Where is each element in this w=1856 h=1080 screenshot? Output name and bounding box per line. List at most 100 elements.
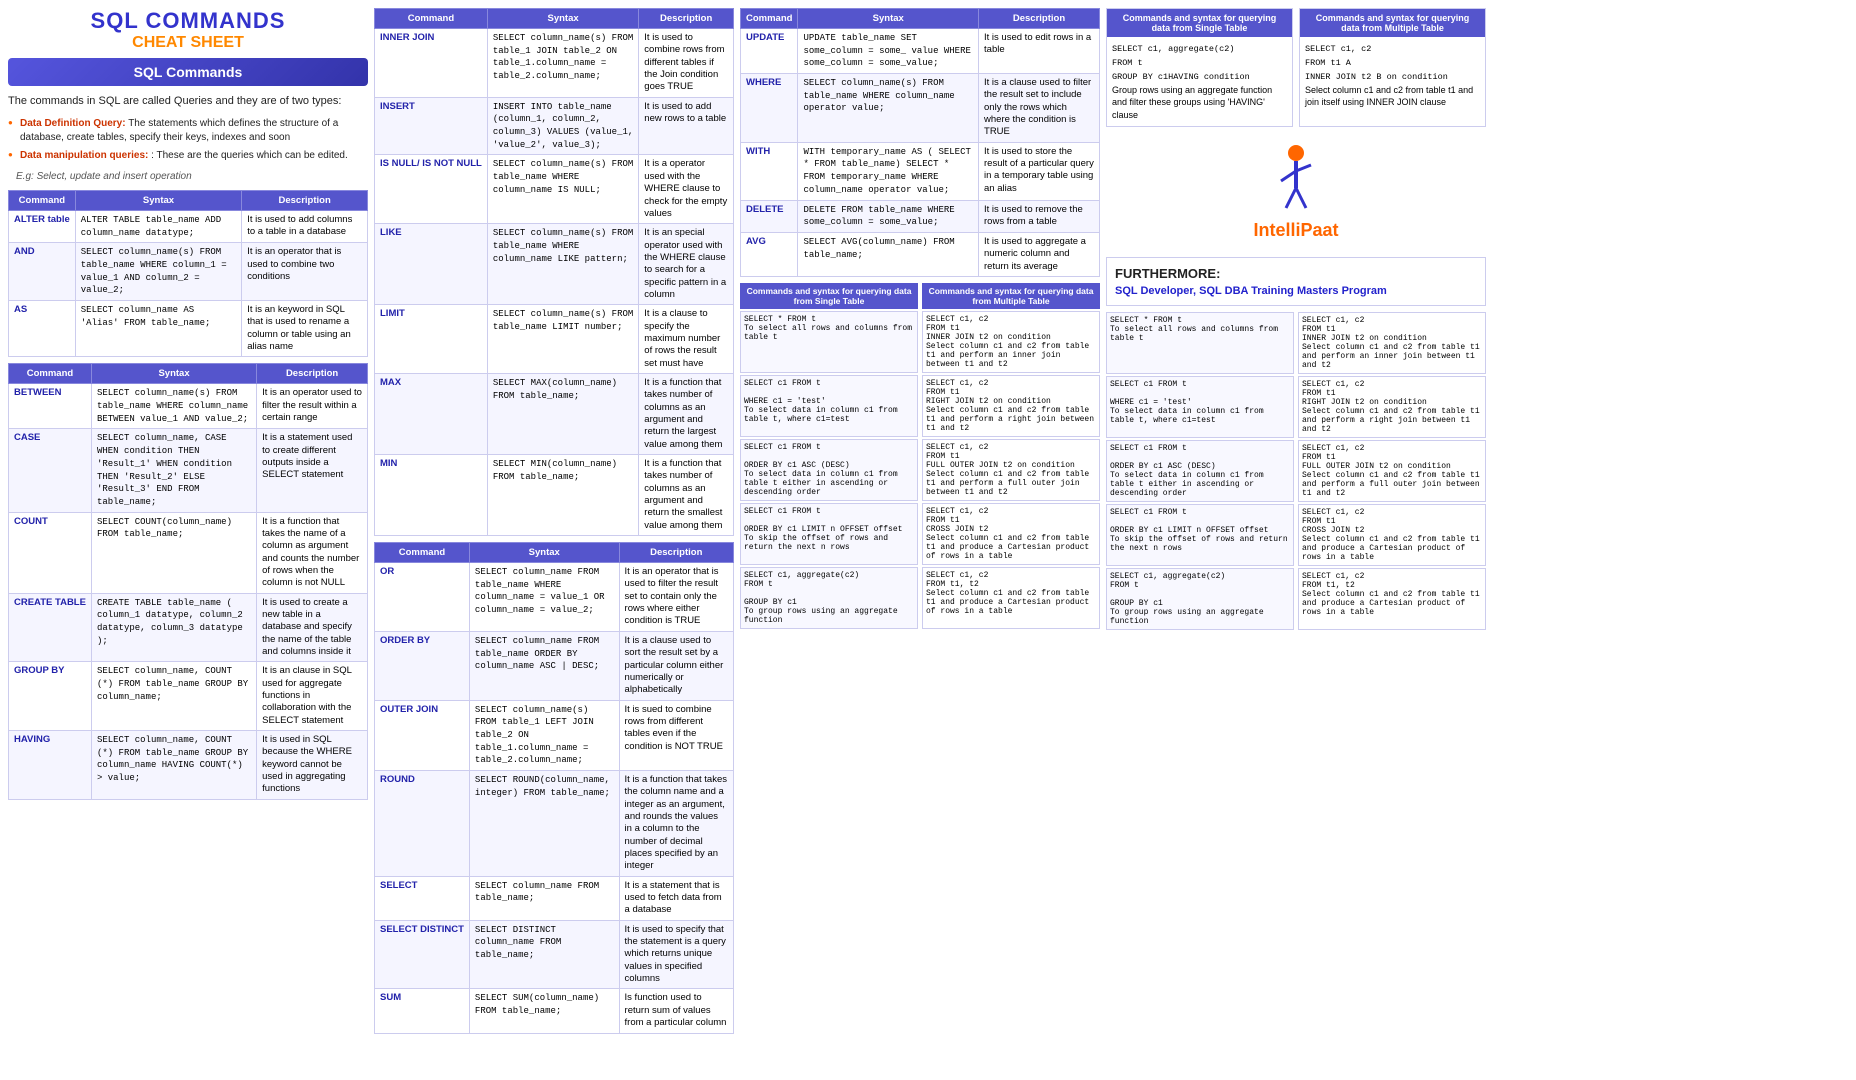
- table-alter-and-as: Command Syntax Description ALTER tableAL…: [8, 190, 368, 358]
- cell-desc: It is a clause to specify the maximum nu…: [639, 305, 734, 374]
- table-row: HAVINGSELECT column_name, COUNT (*) FROM…: [9, 731, 368, 800]
- cell-command: MAX: [375, 373, 488, 454]
- cell-command: ALTER table: [9, 210, 76, 242]
- cell-command: LIKE: [375, 224, 488, 305]
- table-innerjoin-min: Command Syntax Description INNER JOINSEL…: [374, 8, 734, 536]
- right-multiple-query-1: SELECT c1, c2 FROM t1 RIGHT JOIN t2 on c…: [1298, 376, 1486, 438]
- cell-command: OUTER JOIN: [375, 700, 470, 770]
- table-row: IS NULL/ IS NOT NULLSELECT column_name(s…: [375, 155, 734, 224]
- cell-syntax: SELECT AVG(column_name) FROM table_name;: [798, 232, 979, 276]
- logo-area: IntelliPaat: [1106, 133, 1486, 251]
- cell-syntax: DELETE FROM table_name WHERE some_column…: [798, 200, 979, 232]
- far-right-panel: Commands and syntax for querying data fr…: [1106, 8, 1486, 1040]
- multiple-query-3: SELECT c1, c2 FROM t1 CROSS JOIN t2 Sele…: [922, 503, 1100, 565]
- cell-desc: It is an clause in SQL used for aggregat…: [257, 662, 368, 731]
- single-query-4: SELECT c1, aggregate(c2) FROM t GROUP BY…: [740, 567, 918, 629]
- intro-text: The commands in SQL are called Queries a…: [8, 94, 368, 109]
- multiple-query-1: SELECT c1, c2 FROM t1 RIGHT JOIN t2 on c…: [922, 375, 1100, 437]
- cell-command: BETWEEN: [9, 384, 92, 429]
- table-between-having: Command Syntax Description BETWEENSELECT…: [8, 363, 368, 799]
- table-update-avg: Command Syntax Description UPDATEUPDATE …: [740, 8, 1100, 277]
- single-query-3: SELECT c1 FROM t ORDER BY c1 LIMIT n OFF…: [740, 503, 918, 565]
- eg-text: E.g: Select, update and insert operation: [8, 171, 368, 182]
- cell-syntax: SELECT column_name FROM table_name WHERE…: [469, 563, 619, 632]
- cell-desc: It is an special operator used with the …: [639, 224, 734, 305]
- col-desc-3: Description: [639, 9, 734, 29]
- cell-command: COUNT: [9, 512, 92, 593]
- table-row: LIMITSELECT column_name(s) FROM table_na…: [375, 305, 734, 374]
- col-command-1: Command: [9, 190, 76, 210]
- cell-command: DELETE: [741, 200, 798, 232]
- table-row: ORSELECT column_name FROM table_name WHE…: [375, 563, 734, 632]
- cell-syntax: SELECT column_name, CASE WHEN condition …: [91, 429, 256, 512]
- right-multiple-query-0: SELECT c1, c2 FROM t1 INNER JOIN t2 on c…: [1298, 312, 1486, 374]
- bullet-item-1: Data Definition Query: The statements wh…: [8, 117, 368, 144]
- cell-command: SELECT DISTINCT: [375, 920, 470, 989]
- table-row: INNER JOINSELECT column_name(s) FROM tab…: [375, 29, 734, 98]
- table-row: SUMSELECT SUM(column_name) FROM table_na…: [375, 989, 734, 1033]
- query-pair-row: SELECT * FROM t To select all rows and c…: [740, 311, 1100, 373]
- table-row: ALTER tableALTER TABLE table_name ADD co…: [9, 210, 368, 242]
- right-single-query-4: SELECT c1, aggregate(c2) FROM t GROUP BY…: [1106, 568, 1294, 630]
- table-row: AVGSELECT AVG(column_name) FROM table_na…: [741, 232, 1100, 276]
- right-single-query-3: SELECT c1 FROM t ORDER BY c1 LIMIT n OFF…: [1106, 504, 1294, 566]
- col-syntax-3: Syntax: [487, 9, 638, 29]
- query-pairs-container: Commands and syntax for querying data fr…: [740, 283, 1100, 629]
- col-syntax-4: Syntax: [469, 543, 619, 563]
- single-query-1: SELECT c1 FROM t WHERE c1 = 'test' To se…: [740, 375, 918, 437]
- cell-desc: It is used to aggregate a numeric column…: [979, 232, 1100, 276]
- col-command-5: Command: [741, 9, 798, 29]
- table-row: ORDER BYSELECT column_name FROM table_na…: [375, 631, 734, 700]
- cell-desc: It is a function that takes the name of …: [257, 512, 368, 593]
- mid-panel-2: Command Syntax Description UPDATEUPDATE …: [740, 8, 1100, 1040]
- cell-syntax: SELECT SUM(column_name) FROM table_name;: [469, 989, 619, 1033]
- left-panel: SQL COMMANDS CHEAT SHEET SQL Commands Th…: [8, 8, 368, 1040]
- query-pair-row: SELECT c1 FROM t ORDER BY c1 LIMIT n OFF…: [740, 503, 1100, 565]
- cell-desc: It is a clause used to filter the result…: [979, 74, 1100, 143]
- cell-syntax: UPDATE table_name SET some_column = some…: [798, 29, 979, 74]
- cell-command: WHERE: [741, 74, 798, 143]
- col-syntax-1: Syntax: [75, 190, 241, 210]
- table-row: OUTER JOINSELECT column_name(s) FROM tab…: [375, 700, 734, 770]
- right-multiple-query-4: SELECT c1, c2 FROM t1, t2 Select column …: [1298, 568, 1486, 630]
- table-row: ROUNDSELECT ROUND(column_name, integer) …: [375, 770, 734, 876]
- query-pair-row: SELECT c1, aggregate(c2) FROM t GROUP BY…: [740, 567, 1100, 629]
- table-row: WITHWITH temporary_name AS ( SELECT * FR…: [741, 142, 1100, 200]
- cell-syntax: SELECT column_name, COUNT (*) FROM table…: [91, 662, 256, 731]
- cell-desc: It is a statement used to create differe…: [257, 429, 368, 512]
- table-row: CASESELECT column_name, CASE WHEN condit…: [9, 429, 368, 512]
- multiple-query-2: SELECT c1, c2 FROM t1 FULL OUTER JOIN t2…: [922, 439, 1100, 501]
- cell-desc: It is an operator that is used to combin…: [242, 243, 368, 301]
- table-row: SELECT DISTINCTSELECT DISTINCT column_na…: [375, 920, 734, 989]
- table-row: WHERESELECT column_name(s) FROM table_na…: [741, 74, 1100, 143]
- cell-syntax: SELECT column_name FROM table_name;: [469, 876, 619, 920]
- cell-syntax: SELECT column_name(s) FROM table_name WH…: [487, 224, 638, 305]
- furthermore-box: FURTHERMORE: SQL Developer, SQL DBA Trai…: [1106, 257, 1486, 306]
- cell-command: AND: [9, 243, 76, 301]
- table-row: INSERTINSERT INTO table_name (column_1, …: [375, 97, 734, 155]
- bullet-item-2: Data manipulation queries: : These are t…: [8, 149, 368, 163]
- cell-command: UPDATE: [741, 29, 798, 74]
- multiple-query-0: SELECT c1, c2 FROM t1 INNER JOIN t2 on c…: [922, 311, 1100, 373]
- cell-syntax: SELECT column_name(s) FROM table_name WH…: [487, 155, 638, 224]
- furthermore-label: FURTHERMORE:: [1115, 266, 1477, 281]
- cell-desc: It is used to remove the rows from a tab…: [979, 200, 1100, 232]
- cell-command: LIMIT: [375, 305, 488, 374]
- furthermore-link[interactable]: SQL Developer, SQL DBA Training Masters …: [1115, 285, 1477, 297]
- cell-command: OR: [375, 563, 470, 632]
- logo-figure: [1271, 143, 1321, 216]
- right-multiple-query-2: SELECT c1, c2 FROM t1 FULL OUTER JOIN t2…: [1298, 440, 1486, 502]
- title-box: SQL COMMANDS CHEAT SHEET: [8, 8, 368, 52]
- cell-desc: It is used to edit rows in a table: [979, 29, 1100, 74]
- cell-desc: It is used to combine rows from differen…: [639, 29, 734, 98]
- cell-syntax: SELECT column_name FROM table_name ORDER…: [469, 631, 619, 700]
- right-query-pair-row: SELECT c1, aggregate(c2) FROM t GROUP BY…: [1106, 568, 1486, 630]
- col-syntax-5: Syntax: [798, 9, 979, 29]
- top-single-header: Commands and syntax for querying data fr…: [1107, 9, 1292, 37]
- cell-desc: It is a operator used with the WHERE cla…: [639, 155, 734, 224]
- table-row: ASSELECT column_name AS 'Alias' FROM tab…: [9, 301, 368, 357]
- cell-syntax: SELECT column_name, COUNT (*) FROM table…: [91, 731, 256, 800]
- right-query-pair-row: SELECT c1 FROM t WHERE c1 = 'test' To se…: [1106, 376, 1486, 438]
- col-desc-4: Description: [619, 543, 733, 563]
- table-row: SELECTSELECT column_name FROM table_name…: [375, 876, 734, 920]
